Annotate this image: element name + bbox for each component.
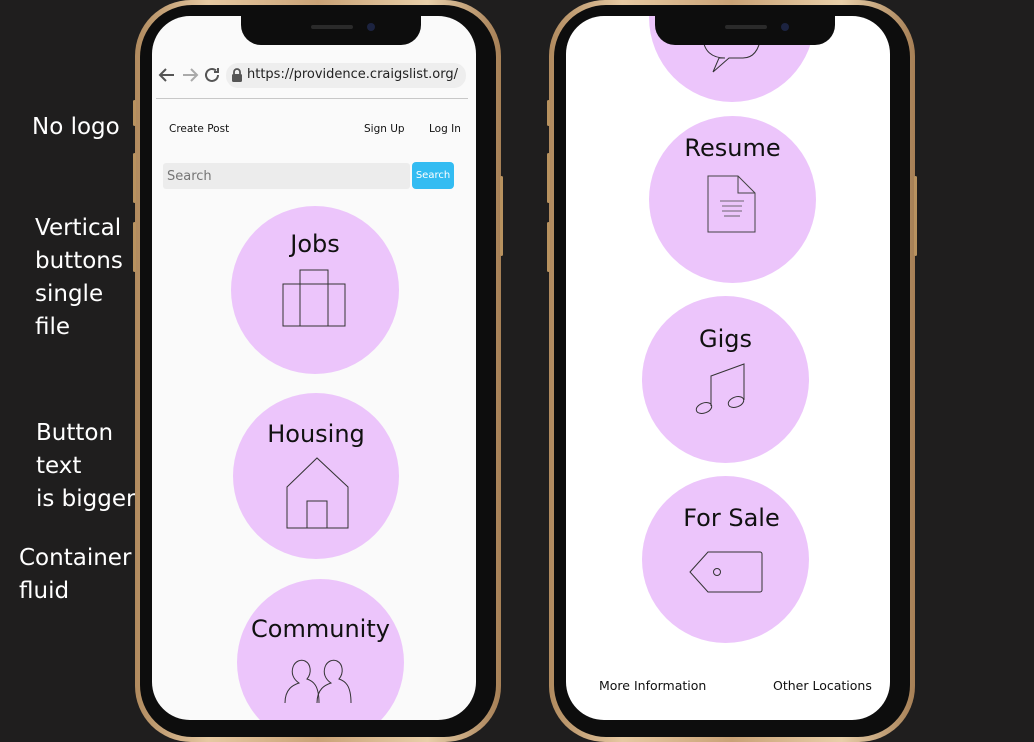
category-label: Housing <box>267 420 365 448</box>
category-for-sale-button[interactable]: For Sale <box>642 476 809 643</box>
annotation-container-fluid: Container fluid <box>19 545 132 604</box>
back-icon[interactable] <box>158 67 176 83</box>
category-label: Resume <box>684 134 781 162</box>
sign-up-link[interactable]: Sign Up <box>364 123 405 135</box>
search-button[interactable]: Search <box>412 162 454 189</box>
phone-right: Resume Gigs For Sale More Information Ot… <box>547 0 917 742</box>
category-housing-button[interactable]: Housing <box>233 393 399 559</box>
category-label: For Sale <box>683 504 780 532</box>
browser-toolbar: https://providence.craigslist.org/ <box>152 60 476 100</box>
category-resume-button[interactable]: Resume <box>649 116 816 283</box>
other-locations-link[interactable]: Other Locations <box>773 678 872 693</box>
power-button <box>914 176 917 256</box>
volume-up-button <box>133 153 136 203</box>
mute-switch <box>547 100 550 126</box>
category-community-button[interactable]: Community <box>237 579 404 720</box>
briefcase-icon <box>282 269 346 327</box>
screen-right: Resume Gigs For Sale More Information Ot… <box>566 16 890 720</box>
more-information-link[interactable]: More Information <box>599 678 706 693</box>
category-jobs-button[interactable]: Jobs <box>231 206 399 374</box>
annotation-vertical-buttons: Vertical buttons single file <box>35 215 123 340</box>
annotation-button-text-bigger: Button text is bigger <box>36 420 136 512</box>
category-label: Gigs <box>698 325 752 353</box>
notch <box>241 16 421 45</box>
log-in-link[interactable]: Log In <box>429 123 461 135</box>
create-post-link[interactable]: Create Post <box>169 123 229 135</box>
category-label: Jobs <box>290 230 340 258</box>
url-text: https://providence.craigslist.org/ <box>247 67 458 82</box>
forward-icon[interactable] <box>181 67 199 83</box>
people-icon <box>284 659 352 704</box>
volume-down-button <box>133 222 136 272</box>
category-label: Community <box>251 615 390 643</box>
annotation-no-logo: No logo <box>32 114 120 140</box>
search-input[interactable] <box>163 163 397 189</box>
house-icon <box>286 457 349 529</box>
search-field[interactable] <box>163 163 410 189</box>
price-tag-icon <box>689 551 763 593</box>
phone-left: https://providence.craigslist.org/ Creat… <box>133 0 503 742</box>
toolbar-divider <box>156 98 468 99</box>
screen-left: https://providence.craigslist.org/ Creat… <box>152 16 476 720</box>
mute-switch <box>133 100 136 126</box>
lock-icon <box>232 68 242 82</box>
volume-down-button <box>547 222 550 272</box>
document-icon <box>707 175 756 233</box>
power-button <box>500 176 503 256</box>
notch <box>655 16 835 45</box>
music-note-icon <box>695 363 745 414</box>
address-bar[interactable]: https://providence.craigslist.org/ <box>226 63 466 88</box>
category-gigs-button[interactable]: Gigs <box>642 296 809 463</box>
reload-icon[interactable] <box>203 66 221 84</box>
volume-up-button <box>547 153 550 203</box>
